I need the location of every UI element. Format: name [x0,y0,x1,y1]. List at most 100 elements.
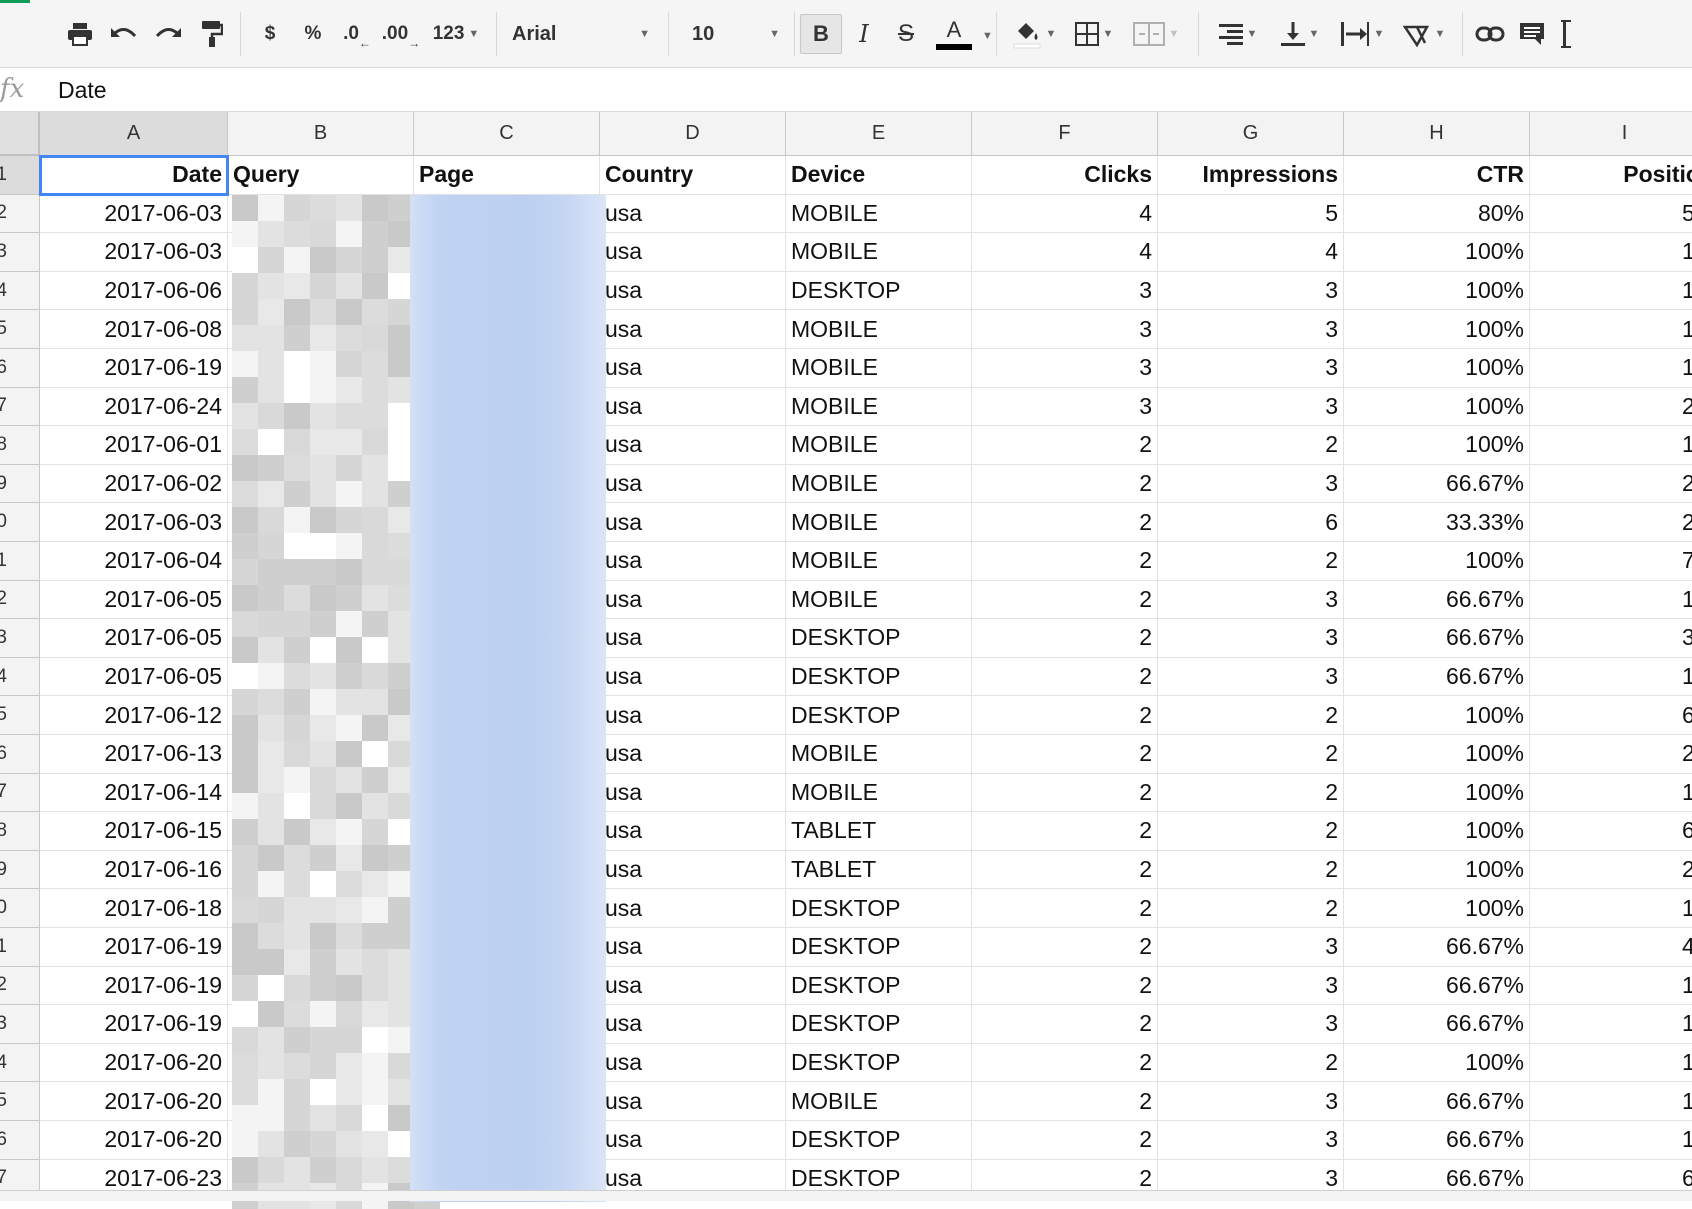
cell-device[interactable]: DESKTOP [786,928,972,967]
cell-impressions[interactable]: 6 [1158,503,1344,542]
cell-query[interactable] [228,619,414,658]
cell-position[interactable]: 1.0 [1530,1121,1692,1160]
cell-page[interactable] [414,696,600,735]
cell-clicks[interactable]: 2 [972,850,1158,890]
more-formats-dropdown[interactable]: 123 ▼ [426,14,486,54]
cell-query[interactable] [228,735,414,774]
cell-country[interactable]: usa [600,850,786,890]
cell-device[interactable]: MOBILE [786,387,972,427]
cell-query[interactable] [228,1043,414,1083]
cell-page[interactable] [414,1121,600,1160]
cell-device[interactable]: DESKTOP [786,271,972,311]
cell-country[interactable]: usa [600,928,786,967]
cell-device[interactable]: TABLET [786,812,972,851]
vertical-align-button[interactable]: ▼ [1272,14,1328,54]
header-cell-country[interactable]: Country [600,156,786,195]
cell-country[interactable]: usa [600,349,786,388]
row-header-6[interactable]: 6 [0,349,40,388]
cell-impressions[interactable]: 3 [1158,619,1344,658]
cell-ctr[interactable]: 100% [1344,696,1530,735]
cell-ctr[interactable]: 100% [1344,310,1530,349]
cell-date[interactable]: 2017-06-12 [40,696,228,735]
cell-date[interactable]: 2017-06-05 [40,580,228,620]
cell-date[interactable]: 2017-06-06 [40,271,228,311]
cell-date[interactable]: 2017-06-19 [40,966,228,1006]
decrease-decimal-button[interactable]: .0 ← [338,14,376,54]
currency-format-button[interactable]: $ [254,14,286,54]
cell-clicks[interactable]: 2 [972,696,1158,735]
cell-position[interactable]: 3.3 [1530,619,1692,658]
cell-device[interactable]: MOBILE [786,503,972,542]
cell-country[interactable]: usa [600,696,786,735]
cell-position[interactable]: 2.0 [1530,388,1692,427]
cell-date[interactable]: 2017-06-16 [40,850,228,890]
cell-page[interactable] [414,271,600,311]
cell-query[interactable] [228,696,414,735]
cell-impressions[interactable]: 4 [1158,233,1344,272]
cell-clicks[interactable]: 2 [972,966,1158,1006]
row-header-12[interactable]: 12 [0,580,40,620]
cell-impressions[interactable]: 3 [1158,349,1344,388]
cell-impressions[interactable]: 2 [1158,1043,1344,1083]
cell-query[interactable] [228,233,414,272]
cell-device[interactable]: MOBILE [786,349,972,388]
cell-impressions[interactable]: 2 [1158,773,1344,813]
fill-color-button[interactable]: ▼ [1008,14,1060,54]
cell-page[interactable] [414,464,600,504]
row-header-17[interactable]: 17 [0,773,40,813]
cell-country[interactable]: usa [600,580,786,620]
column-header-d[interactable]: D [600,112,786,156]
cell-device[interactable]: DESKTOP [786,889,972,928]
header-cell-page[interactable]: Page [414,156,600,195]
column-header-e[interactable]: E [786,112,972,156]
cell-query[interactable] [228,194,414,234]
cell-query[interactable] [228,812,414,851]
cell-ctr[interactable]: 66.67% [1344,966,1530,1006]
cell-clicks[interactable]: 3 [972,310,1158,349]
cell-date[interactable]: 2017-06-08 [40,310,228,349]
cell-page[interactable] [414,542,600,581]
cell-ctr[interactable]: 66.67% [1344,928,1530,967]
cell-impressions[interactable]: 3 [1158,387,1344,427]
cell-position[interactable]: 1.0 [1530,658,1692,697]
cell-position[interactable]: 1.0 [1530,581,1692,620]
cell-impressions[interactable]: 2 [1158,812,1344,851]
cell-device[interactable]: DESKTOP [786,966,972,1006]
row-header-5[interactable]: 5 [0,310,40,349]
cell-clicks[interactable]: 2 [972,1005,1158,1044]
cell-device[interactable]: DESKTOP [786,1005,972,1044]
cell-position[interactable]: 7.5 [1530,542,1692,581]
row-header-8[interactable]: 8 [0,426,40,465]
cell-device[interactable]: MOBILE [786,310,972,349]
column-header-c[interactable]: C [414,112,600,156]
cell-ctr[interactable]: 100% [1344,773,1530,813]
cell-country[interactable]: usa [600,1005,786,1044]
cell-clicks[interactable]: 2 [972,1082,1158,1121]
cell-query[interactable] [228,464,414,504]
row-header-14[interactable]: 14 [0,657,40,697]
cell-page[interactable] [414,233,600,272]
cell-position[interactable]: 1.0 [1530,1082,1692,1121]
cell-query[interactable] [228,310,414,349]
cell-ctr[interactable]: 100% [1344,1043,1530,1083]
cell-query[interactable] [228,773,414,813]
column-header-g[interactable]: G [1158,112,1344,156]
cell-date[interactable]: 2017-06-19 [40,928,228,967]
cell-position[interactable]: 6.0 [1530,812,1692,851]
row-header-1[interactable]: 1 [0,156,40,195]
cell-ctr[interactable]: 100% [1344,349,1530,388]
row-header-24[interactable]: 24 [0,1043,40,1083]
bold-button[interactable]: B [800,14,842,54]
cell-query[interactable] [228,1082,414,1121]
font-size-dropdown[interactable]: 10 ▼ [684,14,788,54]
row-header-11[interactable]: 11 [0,542,40,581]
undo-button[interactable] [106,14,142,54]
cell-country[interactable]: usa [600,657,786,697]
cell-page[interactable] [414,580,600,620]
cell-clicks[interactable]: 2 [972,889,1158,928]
column-header-f[interactable]: F [972,112,1158,156]
cell-country[interactable]: usa [600,271,786,311]
cell-clicks[interactable]: 2 [972,735,1158,774]
cell-device[interactable]: DESKTOP [786,619,972,658]
cell-date[interactable]: 2017-06-20 [40,1082,228,1121]
